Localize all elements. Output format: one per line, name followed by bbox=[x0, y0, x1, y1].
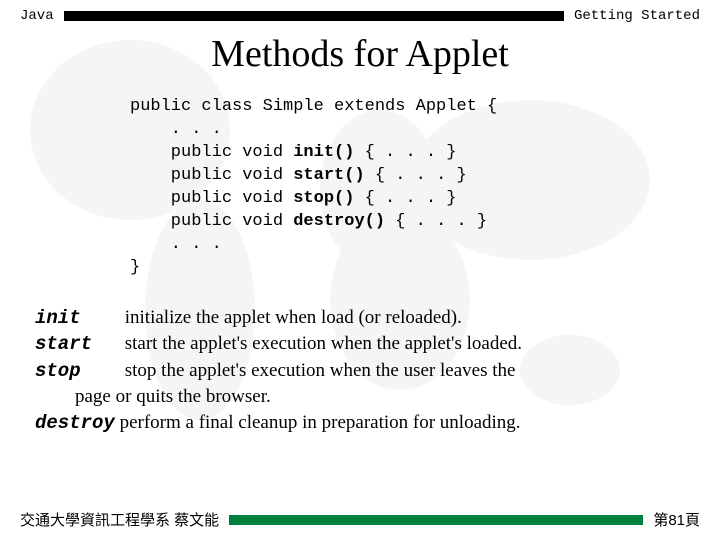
code-line: public void bbox=[130, 212, 293, 231]
code-line: public void bbox=[130, 189, 293, 208]
code-line: { . . . } bbox=[354, 189, 456, 208]
header-left: Java bbox=[20, 8, 54, 24]
desc-start: start start the applet's execution when … bbox=[35, 331, 685, 358]
desc-destroy: destroy perform a final cleanup in prepa… bbox=[35, 410, 685, 437]
code-line: public void bbox=[130, 143, 293, 162]
code-line: . . . bbox=[130, 120, 222, 139]
footer-rule bbox=[229, 515, 643, 525]
code-line: { . . . } bbox=[385, 212, 487, 231]
term-destroy: destroy bbox=[35, 411, 115, 437]
code-method-stop: stop() bbox=[293, 189, 354, 208]
footer-bar-row: 交通大學資訊工程學系 蔡文能 第81頁 bbox=[0, 509, 720, 530]
description-block: init initialize the applet when load (or… bbox=[35, 305, 685, 437]
footer-right: 第81頁 bbox=[653, 509, 700, 530]
term-stop: stop bbox=[35, 359, 120, 385]
desc-stop: stop stop the applet's execution when th… bbox=[35, 358, 685, 385]
text-stop: stop the applet's execution when the use… bbox=[125, 360, 516, 381]
header-right: Getting Started bbox=[574, 8, 700, 24]
code-method-destroy: destroy() bbox=[293, 212, 385, 231]
page-title: Methods for Applet bbox=[0, 32, 720, 76]
footer-left: 交通大學資訊工程學系 蔡文能 bbox=[20, 509, 219, 530]
text-stop2: page or quits the browser. bbox=[75, 386, 271, 407]
code-line: { . . . } bbox=[354, 143, 456, 162]
term-start: start bbox=[35, 332, 120, 358]
code-line: } bbox=[130, 258, 140, 277]
code-line: . . . bbox=[130, 235, 222, 254]
code-method-start: start() bbox=[293, 166, 364, 185]
header-rule bbox=[64, 11, 564, 21]
code-line: { . . . } bbox=[365, 166, 467, 185]
header-bar-row: Java Getting Started bbox=[0, 0, 720, 24]
text-start: start the applet's execution when the ap… bbox=[125, 333, 522, 354]
code-line: public class Simple extends Applet { bbox=[130, 97, 497, 116]
desc-stop-cont: page or quits the browser. bbox=[35, 384, 685, 410]
text-destroy: perform a final cleanup in preparation f… bbox=[120, 412, 521, 433]
desc-init: init initialize the applet when load (or… bbox=[35, 305, 685, 332]
code-line: public void bbox=[130, 166, 293, 185]
term-init: init bbox=[35, 306, 120, 332]
code-method-init: init() bbox=[293, 143, 354, 162]
code-block: public class Simple extends Applet { . .… bbox=[130, 96, 720, 280]
text-init: initialize the applet when load (or relo… bbox=[125, 307, 462, 328]
